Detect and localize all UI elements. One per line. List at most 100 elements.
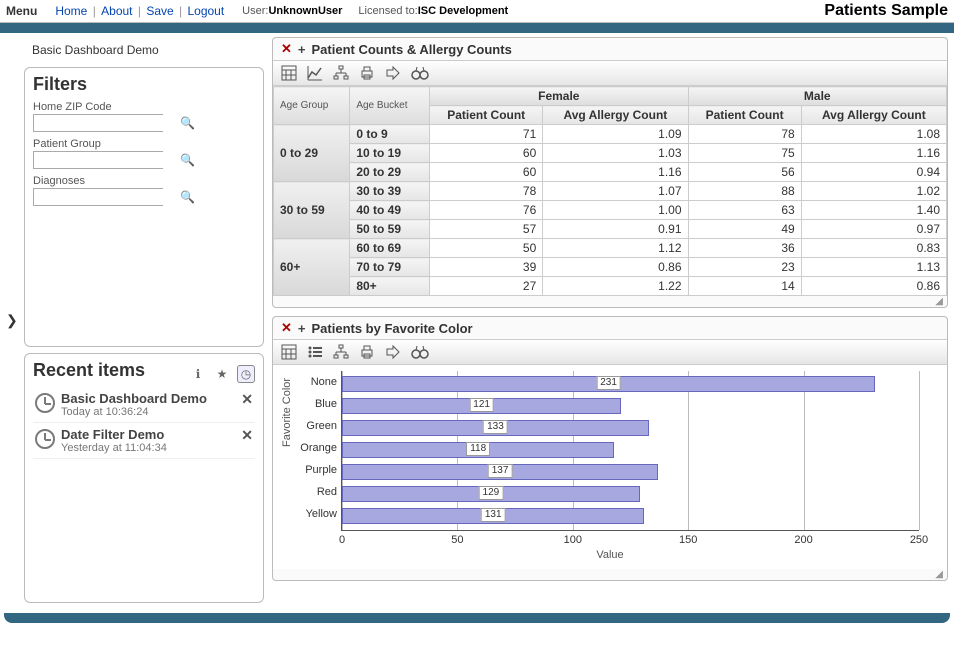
x-tick-label: 0 <box>327 534 357 546</box>
binoculars-icon[interactable] <box>411 65 429 81</box>
row-header[interactable]: 10 to 19 <box>350 144 430 163</box>
chart-icon[interactable] <box>307 65 323 81</box>
data-cell: 0.91 <box>543 220 688 239</box>
bar-value-label: 129 <box>479 486 504 500</box>
search-icon[interactable]: 🔍 <box>180 153 195 167</box>
row-group-header[interactable]: 60+ <box>274 239 350 296</box>
y-tick-label: Purple <box>287 464 337 476</box>
widget-title: Patient Counts & Allergy Counts <box>312 42 512 57</box>
row-header[interactable]: 50 to 59 <box>350 220 430 239</box>
row-group-header[interactable]: 30 to 59 <box>274 182 350 239</box>
filter-input[interactable] <box>34 189 180 205</box>
filter-input-wrap: 🔍 <box>33 151 163 169</box>
row-header[interactable]: 70 to 79 <box>350 258 430 277</box>
binoculars-icon[interactable] <box>411 344 429 360</box>
recent-item-title: Date Filter Demo <box>61 427 167 442</box>
logout-link[interactable]: Logout <box>187 4 224 18</box>
row-group-header[interactable]: 0 to 29 <box>274 125 350 182</box>
gridline <box>919 371 920 530</box>
calculator-icon[interactable] <box>281 65 297 81</box>
gauge-icon <box>35 429 55 449</box>
hierarchy-icon[interactable] <box>333 344 349 360</box>
history-icon[interactable]: ◷ <box>237 365 255 383</box>
print-icon[interactable] <box>359 344 375 360</box>
filters-panel: Filters Home ZIP Code🔍Patient Group🔍Diag… <box>24 67 264 347</box>
x-tick-label: 150 <box>673 534 703 546</box>
recent-item[interactable]: Date Filter DemoYesterday at 11:04:34✕ <box>33 423 255 459</box>
column-header: Patient Count <box>688 106 801 125</box>
data-cell: 63 <box>688 201 801 220</box>
resize-handle[interactable]: ◢ <box>273 296 947 307</box>
row-header[interactable]: 80+ <box>350 277 430 296</box>
resize-handle[interactable]: ◢ <box>273 569 947 580</box>
widget-close-button[interactable]: ✕ <box>281 320 292 336</box>
column-group-header: Female <box>430 87 688 106</box>
x-tick-label: 250 <box>904 534 934 546</box>
search-icon[interactable]: 🔍 <box>180 190 195 204</box>
widget-close-button[interactable]: ✕ <box>281 41 292 57</box>
widget-add-button[interactable]: + <box>298 42 306 57</box>
menu-dropdown[interactable]: Menu <box>6 4 37 18</box>
data-cell: 1.13 <box>801 258 946 277</box>
y-tick-label: Yellow <box>287 508 337 520</box>
search-icon[interactable]: 🔍 <box>180 116 195 130</box>
favorite-color-widget: ✕ + Patients by Favorite Color Favorite … <box>272 316 948 581</box>
data-cell: 76 <box>430 201 543 220</box>
y-tick-label: Orange <box>287 442 337 454</box>
table-row: 40 to 49761.00631.40 <box>274 201 947 220</box>
bar-value-label: 121 <box>469 398 494 412</box>
row-header[interactable]: 60 to 69 <box>350 239 430 258</box>
license-label: Licensed to:ISC Development <box>358 5 508 17</box>
export-icon[interactable] <box>385 344 401 360</box>
info-icon[interactable]: ℹ <box>189 365 207 383</box>
data-cell: 60 <box>430 144 543 163</box>
sidebar-collapse-toggle[interactable]: ❯ <box>6 312 16 329</box>
row-header[interactable]: 20 to 29 <box>350 163 430 182</box>
data-cell: 1.12 <box>543 239 688 258</box>
column-header: Avg Allergy Count <box>543 106 688 125</box>
recent-items-title: Recent items <box>33 360 183 381</box>
chart-body: 050100150200250None231Blue121Green133Ora… <box>341 371 919 531</box>
row-header[interactable]: 30 to 39 <box>350 182 430 201</box>
filter-input-wrap: 🔍 <box>33 188 163 206</box>
recent-item[interactable]: Basic Dashboard DemoToday at 10:36:24✕ <box>33 387 255 423</box>
bar-row: 133 <box>342 418 919 438</box>
remove-recent-button[interactable]: ✕ <box>241 427 253 444</box>
data-cell: 1.07 <box>543 182 688 201</box>
recent-items-panel: Recent items ℹ ★ ◷ Basic Dashboard DemoT… <box>24 353 264 603</box>
row-header[interactable]: 40 to 49 <box>350 201 430 220</box>
home-link[interactable]: Home <box>55 4 87 18</box>
data-cell: 1.03 <box>543 144 688 163</box>
calculator-icon[interactable] <box>281 344 297 360</box>
y-tick-label: Green <box>287 420 337 432</box>
patient-counts-widget: ✕ + Patient Counts & Allergy Counts Age … <box>272 37 948 308</box>
data-cell: 60 <box>430 163 543 182</box>
export-icon[interactable] <box>385 65 401 81</box>
data-cell: 1.00 <box>543 201 688 220</box>
data-cell: 36 <box>688 239 801 258</box>
data-cell: 78 <box>430 182 543 201</box>
bar-row: 118 <box>342 440 919 460</box>
filter-input[interactable] <box>34 152 180 168</box>
data-cell: 75 <box>688 144 801 163</box>
row-header[interactable]: 0 to 9 <box>350 125 430 144</box>
user-label: User:UnknownUser <box>242 5 342 17</box>
hierarchy-icon[interactable] <box>333 65 349 81</box>
save-link[interactable]: Save <box>146 4 173 18</box>
data-cell: 0.86 <box>801 277 946 296</box>
remove-recent-button[interactable]: ✕ <box>241 391 253 408</box>
filter-input[interactable] <box>34 115 180 131</box>
widget-add-button[interactable]: + <box>298 321 306 336</box>
list-icon[interactable] <box>307 344 323 360</box>
about-link[interactable]: About <box>101 4 132 18</box>
pivot-table: Age GroupAge BucketFemaleMalePatient Cou… <box>273 86 947 296</box>
bar-row: 129 <box>342 484 919 504</box>
print-icon[interactable] <box>359 65 375 81</box>
table-row: 80+271.22140.86 <box>274 277 947 296</box>
data-cell: 1.08 <box>801 125 946 144</box>
data-cell: 39 <box>430 258 543 277</box>
favorite-icon[interactable]: ★ <box>213 365 231 383</box>
widget-toolbar <box>273 339 947 365</box>
data-cell: 49 <box>688 220 801 239</box>
data-cell: 88 <box>688 182 801 201</box>
